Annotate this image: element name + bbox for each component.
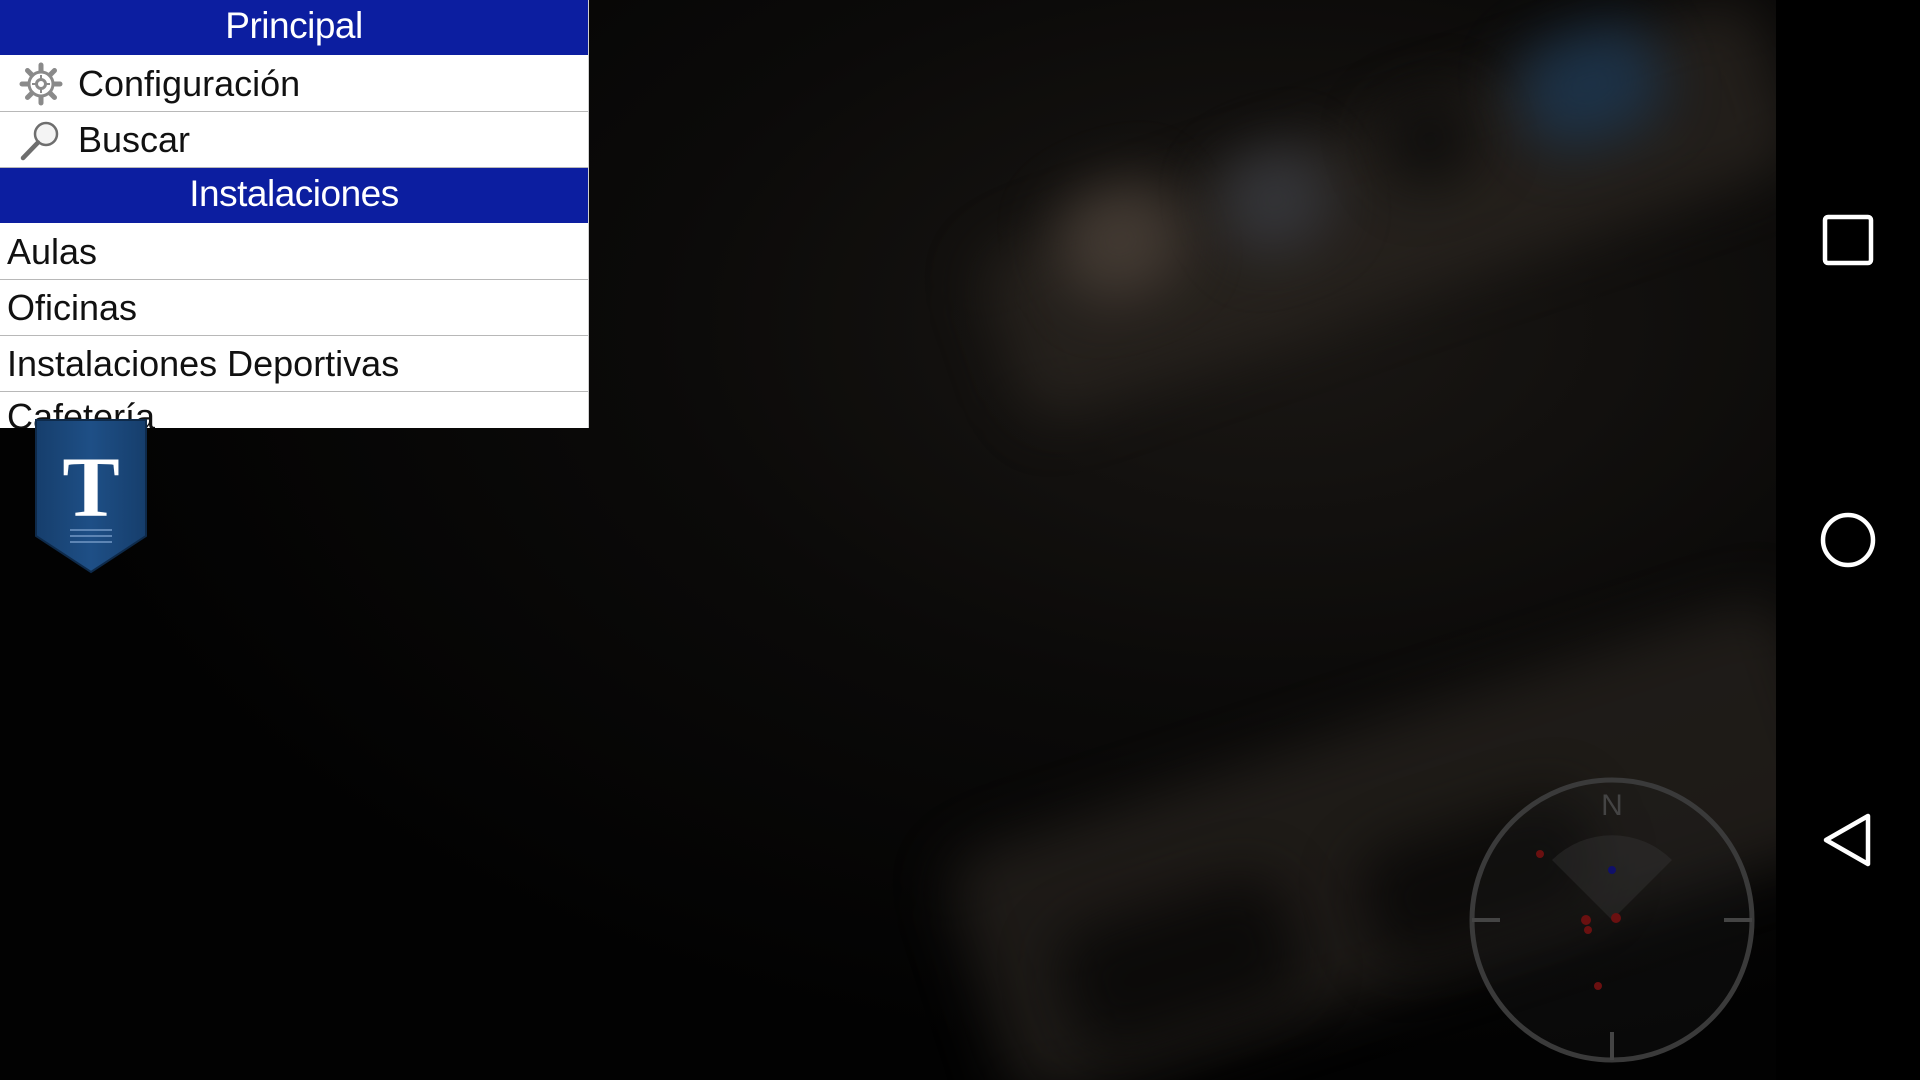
menu-item-buscar[interactable]: Buscar xyxy=(0,112,588,168)
section-header-instalaciones: Instalaciones xyxy=(0,168,588,224)
menu-item-configuracion[interactable]: Configuración xyxy=(0,56,588,112)
ar-camera-screen: Principal Configuración Buscar Instalaci… xyxy=(0,0,1920,1080)
menu-item-label: Configuración xyxy=(78,62,301,104)
menu-item-instalaciones-deportivas[interactable]: Instalaciones Deportivas xyxy=(0,336,588,392)
menu-item-label: Oficinas xyxy=(7,286,138,328)
compass-widget: N xyxy=(1462,770,1762,1070)
back-icon[interactable] xyxy=(1776,780,1920,900)
app-logo[interactable]: T xyxy=(34,418,148,574)
menu-item-oficinas[interactable]: Oficinas xyxy=(0,280,588,336)
gear-icon xyxy=(18,61,64,107)
recent-apps-icon[interactable] xyxy=(1776,180,1920,300)
menu-item-label: Buscar xyxy=(78,118,191,160)
menu-item-label: Instalaciones Deportivas xyxy=(7,342,400,384)
magnifier-icon xyxy=(18,117,64,163)
menu-item-aulas[interactable]: Aulas xyxy=(0,224,588,280)
menu-panel: Principal Configuración Buscar Instalaci… xyxy=(0,0,589,428)
system-nav-bar xyxy=(1776,0,1920,1080)
logo-letter: T xyxy=(62,439,119,535)
compass-north-label: N xyxy=(1601,789,1623,822)
section-header-principal: Principal xyxy=(0,0,588,56)
home-icon[interactable] xyxy=(1776,480,1920,600)
menu-item-label: Aulas xyxy=(7,230,98,272)
